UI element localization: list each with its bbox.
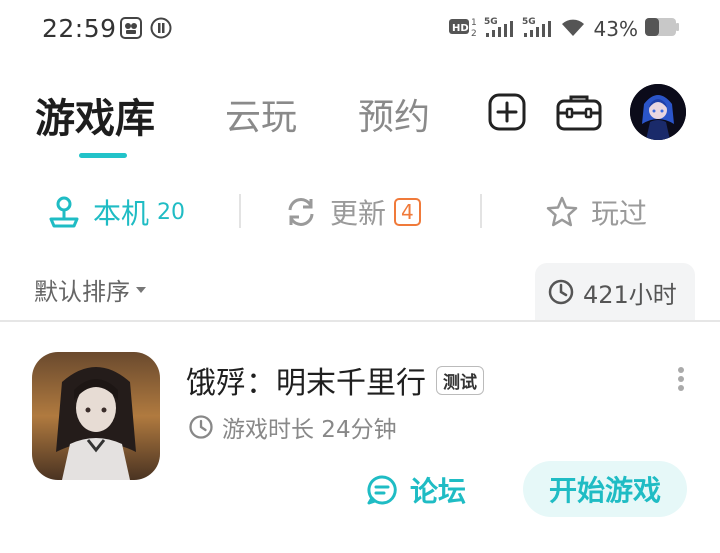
active-tab-indicator [79,153,127,158]
game-title[interactable]: 饿殍：明末千里行 测试 [186,358,484,402]
signal-5g-icon: 5G [484,15,516,43]
sort-dropdown[interactable]: 默认排序 [34,272,146,307]
wifi-icon [560,16,586,42]
notification-app-icon [150,17,172,43]
star-icon [545,195,579,229]
clock-icon [548,279,574,305]
toolbox-icon[interactable] [556,93,602,135]
total-playtime: 421小时 [535,263,695,321]
divider [480,194,482,228]
status-time: 22:59 [42,14,117,43]
subtab-updates[interactable]: 更新 4 [284,190,421,234]
svg-text:5G: 5G [522,17,536,27]
forum-icon [367,475,397,505]
subtab-played-label: 玩过 [591,197,648,230]
sort-label: 默认排序 [34,278,130,306]
total-playtime-value: 421小时 [583,280,677,309]
tab-cloud-play[interactable]: 云玩 [225,88,297,140]
shield-app-icon [120,17,142,43]
svg-text:1: 1 [471,18,477,28]
game-duration-text: 游戏时长 24分钟 [222,417,397,443]
tab-game-library[interactable]: 游戏库 [35,86,155,144]
updates-badge: 4 [394,198,421,226]
test-tag: 测试 [436,365,484,395]
signal-5g-icon: 5G [522,15,554,43]
svg-text:HD: HD [452,23,469,34]
game-icon[interactable] [32,352,160,480]
battery-percent: 43% [593,17,638,41]
subtab-updates-label: 更新 [330,197,387,230]
game-duration: 游戏时长 24分钟 [188,410,397,444]
hd-icon: HD 1 2 [448,16,478,42]
avatar[interactable] [630,84,686,140]
joystick-icon [47,195,81,229]
status-bar: 22:59 HD 1 2 5G 5G 43% [0,0,720,60]
divider [0,320,720,322]
subtab-local-label: 本机 [93,197,150,230]
battery-icon [644,16,680,42]
svg-text:2: 2 [471,29,477,38]
tab-reservation[interactable]: 预约 [358,88,430,140]
caret-down-icon [136,286,146,293]
start-game-button[interactable]: 开始游戏 [523,461,687,517]
forum-button[interactable]: 论坛 [366,470,466,510]
local-count: 20 [157,199,186,225]
add-icon[interactable] [488,93,526,135]
subtab-played[interactable]: 玩过 [545,190,647,234]
refresh-icon [284,195,318,229]
game-title-text: 饿殍：明末千里行 [186,366,426,401]
subtab-local[interactable]: 本机 20 [47,190,185,234]
svg-text:5G: 5G [484,17,498,27]
forum-label: 论坛 [410,475,467,508]
more-options-icon[interactable] [677,366,685,396]
clock-icon [189,415,213,439]
divider [239,194,241,228]
